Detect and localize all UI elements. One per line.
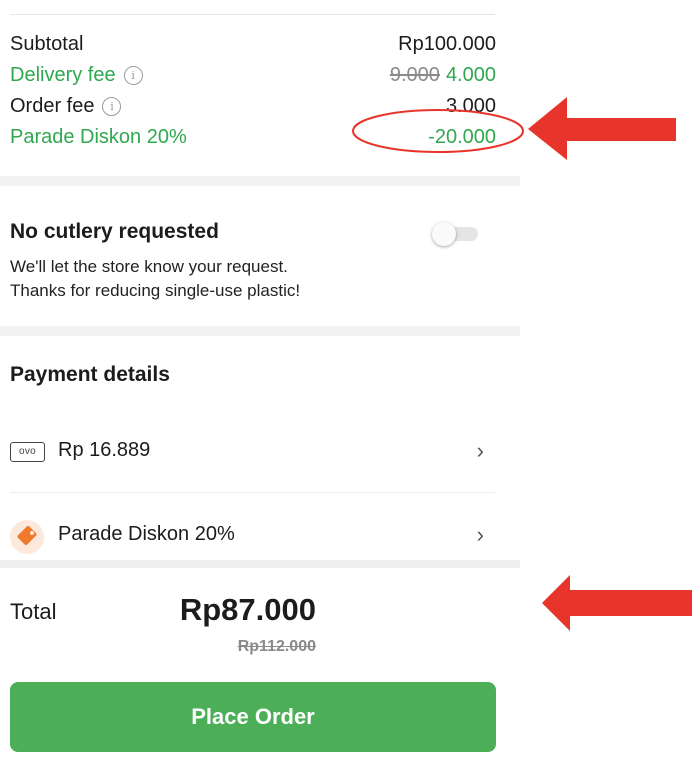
order-fee-label: Order fee — [10, 95, 95, 117]
order-fee-value: 3.000 — [445, 95, 496, 117]
total-label: Total — [10, 599, 57, 624]
total-divider — [0, 560, 520, 568]
original-total-value: Rp112.000 — [237, 638, 316, 655]
discount-row: Parade Diskon 20% -20.000 — [10, 124, 496, 150]
delivery-fee-old-value: 9.000 — [389, 64, 440, 86]
toggle-knob — [432, 222, 456, 246]
discount-value: -20.000 — [428, 126, 496, 148]
total-value: Rp87.000 — [179, 592, 316, 627]
payment-method-label: Rp 16.889 — [58, 439, 151, 461]
annotation-arrow-total — [542, 575, 692, 631]
cutlery-description-line2: Thanks for reducing single-use plastic! — [10, 281, 301, 300]
delivery-fee-new-value: 4.000 — [445, 64, 496, 86]
row-divider — [10, 492, 495, 493]
subtotal-value: Rp100.000 — [398, 33, 496, 55]
cutlery-description-line1: We'll let the store know your request. — [10, 257, 288, 276]
promo-label: Parade Diskon 20% — [58, 523, 235, 545]
payment-method-ovo[interactable]: ovo Rp 16.889 › — [10, 432, 496, 472]
cutlery-toggle[interactable] — [430, 220, 480, 246]
info-icon[interactable]: i — [123, 65, 143, 85]
section-divider — [0, 326, 520, 336]
tag-icon — [10, 520, 44, 554]
discount-label: Parade Diskon 20% — [10, 126, 187, 148]
delivery-fee-label: Delivery fee — [10, 64, 116, 86]
order-fee-row: Order fee i 3.000 — [10, 93, 496, 119]
annotation-arrow-discount — [528, 97, 676, 160]
chevron-right-icon: › — [476, 438, 484, 463]
chevron-right-icon: › — [476, 522, 484, 547]
section-divider — [0, 176, 520, 186]
cutlery-title: No cutlery requested — [10, 220, 219, 243]
subtotal-row: Subtotal Rp100.000 — [10, 31, 496, 57]
info-icon[interactable]: i — [102, 96, 122, 116]
ovo-icon: ovo — [10, 442, 45, 462]
order-summary-panel: Subtotal Rp100.000 Delivery fee i 9.000 4… — [0, 0, 520, 758]
payment-promo-row[interactable]: Parade Diskon 20% › — [10, 516, 496, 556]
top-divider — [10, 14, 495, 15]
subtotal-label: Subtotal — [10, 33, 84, 55]
place-order-button[interactable]: Place Order — [10, 682, 496, 752]
delivery-fee-row: Delivery fee i 9.000 4.000 — [10, 62, 496, 88]
payment-details-title: Payment details — [10, 363, 170, 386]
